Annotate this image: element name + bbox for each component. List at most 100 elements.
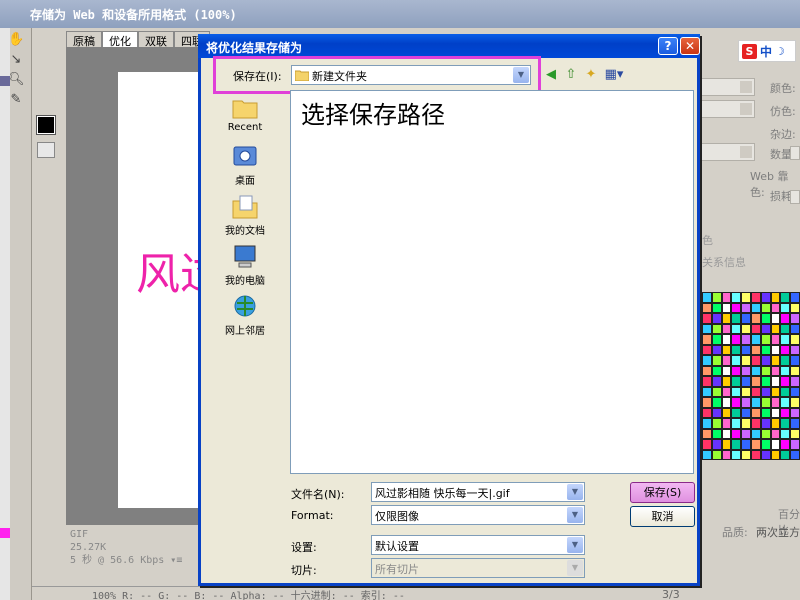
color-swatch[interactable] — [780, 344, 791, 355]
hand-tool-icon[interactable]: ✋ — [8, 32, 24, 48]
color-swatch[interactable] — [711, 428, 722, 439]
color-swatch[interactable] — [770, 334, 781, 345]
dither-combo[interactable] — [700, 100, 755, 118]
tab-2-up[interactable]: 双联 — [138, 31, 174, 48]
color-swatch[interactable] — [760, 344, 771, 355]
color-swatch[interactable] — [750, 365, 761, 376]
color-swatch[interactable] — [702, 365, 712, 376]
tab-original[interactable]: 原稿 — [66, 31, 102, 48]
settings-select[interactable]: 默认设置 ▼ — [371, 535, 585, 555]
color-table[interactable] — [702, 292, 800, 460]
color-swatch[interactable] — [780, 376, 791, 387]
save-button[interactable]: 保存(S) — [630, 482, 695, 503]
color-swatch[interactable] — [721, 428, 732, 439]
color-swatch[interactable] — [790, 365, 800, 376]
color-swatch[interactable] — [711, 313, 722, 324]
color-swatch[interactable] — [760, 376, 771, 387]
color-swatch[interactable] — [711, 292, 722, 303]
color-swatch[interactable] — [711, 376, 722, 387]
color-swatch[interactable] — [702, 397, 712, 408]
color-swatch[interactable] — [780, 365, 791, 376]
chevron-down-icon[interactable]: ▼ — [513, 67, 529, 83]
color-swatch[interactable] — [741, 418, 751, 429]
color-swatch[interactable] — [760, 334, 771, 345]
color-swatch[interactable] — [731, 449, 742, 460]
color-swatch[interactable] — [702, 428, 712, 439]
color-swatch[interactable] — [711, 418, 722, 429]
color-swatch[interactable] — [721, 355, 732, 366]
ime-toolbar[interactable]: S 中 ☽ — [738, 40, 796, 62]
color-swatch[interactable] — [731, 428, 742, 439]
place-desktop[interactable]: 桌面 — [209, 144, 281, 187]
color-swatch[interactable] — [721, 386, 732, 397]
color-swatch[interactable] — [721, 344, 732, 355]
color-swatch[interactable] — [790, 407, 800, 418]
color-swatch[interactable] — [780, 449, 791, 460]
place-network[interactable]: 网上邻居 — [209, 294, 281, 337]
color-swatch[interactable] — [750, 355, 761, 366]
quantity-combo[interactable] — [700, 143, 755, 161]
color-swatch[interactable] — [711, 407, 722, 418]
color-swatch[interactable] — [721, 292, 732, 303]
color-swatch[interactable] — [721, 376, 732, 387]
color-swatch[interactable] — [731, 344, 742, 355]
color-swatch[interactable] — [702, 344, 712, 355]
color-swatch[interactable] — [770, 365, 781, 376]
color-swatch[interactable] — [770, 323, 781, 334]
color-swatch[interactable] — [750, 418, 761, 429]
color-swatch[interactable] — [750, 428, 761, 439]
color-swatch[interactable] — [790, 418, 800, 429]
color-swatch[interactable] — [790, 323, 800, 334]
color-swatch[interactable] — [721, 439, 732, 450]
color-swatch[interactable] — [780, 323, 791, 334]
color-swatch[interactable] — [741, 334, 751, 345]
color-swatch[interactable] — [741, 344, 751, 355]
color-swatch[interactable] — [702, 449, 712, 460]
color-swatch[interactable] — [731, 355, 742, 366]
color-swatch[interactable] — [750, 449, 761, 460]
color-swatch[interactable] — [711, 439, 722, 450]
color-swatch[interactable] — [760, 355, 771, 366]
toggle-slices-icon[interactable] — [37, 142, 55, 158]
chevron-down-icon[interactable]: ▼ — [567, 537, 583, 553]
color-swatch[interactable] — [780, 418, 791, 429]
color-swatch[interactable] — [780, 428, 791, 439]
color-swatch[interactable] — [770, 439, 781, 450]
color-swatch[interactable] — [721, 365, 732, 376]
color-swatch[interactable] — [702, 386, 712, 397]
color-swatch[interactable] — [790, 376, 800, 387]
color-swatch[interactable] — [741, 407, 751, 418]
color-swatch[interactable] — [780, 407, 791, 418]
slice-select-tool-icon[interactable]: ↘ — [8, 52, 24, 68]
color-swatch[interactable] — [770, 292, 781, 303]
color-swatch[interactable] — [711, 449, 722, 460]
color-swatch[interactable] — [790, 355, 800, 366]
color-swatch[interactable] — [711, 397, 722, 408]
color-swatch[interactable] — [702, 355, 712, 366]
color-swatch[interactable] — [750, 407, 761, 418]
color-swatch[interactable] — [711, 344, 722, 355]
color-swatch[interactable] — [750, 397, 761, 408]
color-swatch[interactable] — [770, 449, 781, 460]
color-swatch[interactable] — [760, 302, 771, 313]
color-swatch[interactable] — [790, 302, 800, 313]
color-swatch[interactable] — [760, 313, 771, 324]
color-swatch[interactable] — [760, 407, 771, 418]
color-swatch[interactable] — [780, 397, 791, 408]
color-swatch[interactable] — [790, 397, 800, 408]
color-swatch[interactable] — [750, 344, 761, 355]
color-swatch[interactable] — [760, 428, 771, 439]
moon-icon[interactable]: ☽ — [775, 45, 785, 58]
color-swatch[interactable] — [702, 313, 712, 324]
color-swatch[interactable] — [750, 302, 761, 313]
color-swatch[interactable] — [721, 334, 732, 345]
color-swatch[interactable] — [760, 418, 771, 429]
color-swatch[interactable] — [731, 439, 742, 450]
color-swatch[interactable] — [770, 386, 781, 397]
color-swatch[interactable] — [790, 449, 800, 460]
chevron-down-icon[interactable]: ▼ — [567, 507, 583, 523]
color-swatch[interactable] — [790, 439, 800, 450]
tab-optimized[interactable]: 优化 — [102, 31, 138, 48]
color-swatch[interactable] — [760, 365, 771, 376]
color-swatch[interactable] — [750, 386, 761, 397]
